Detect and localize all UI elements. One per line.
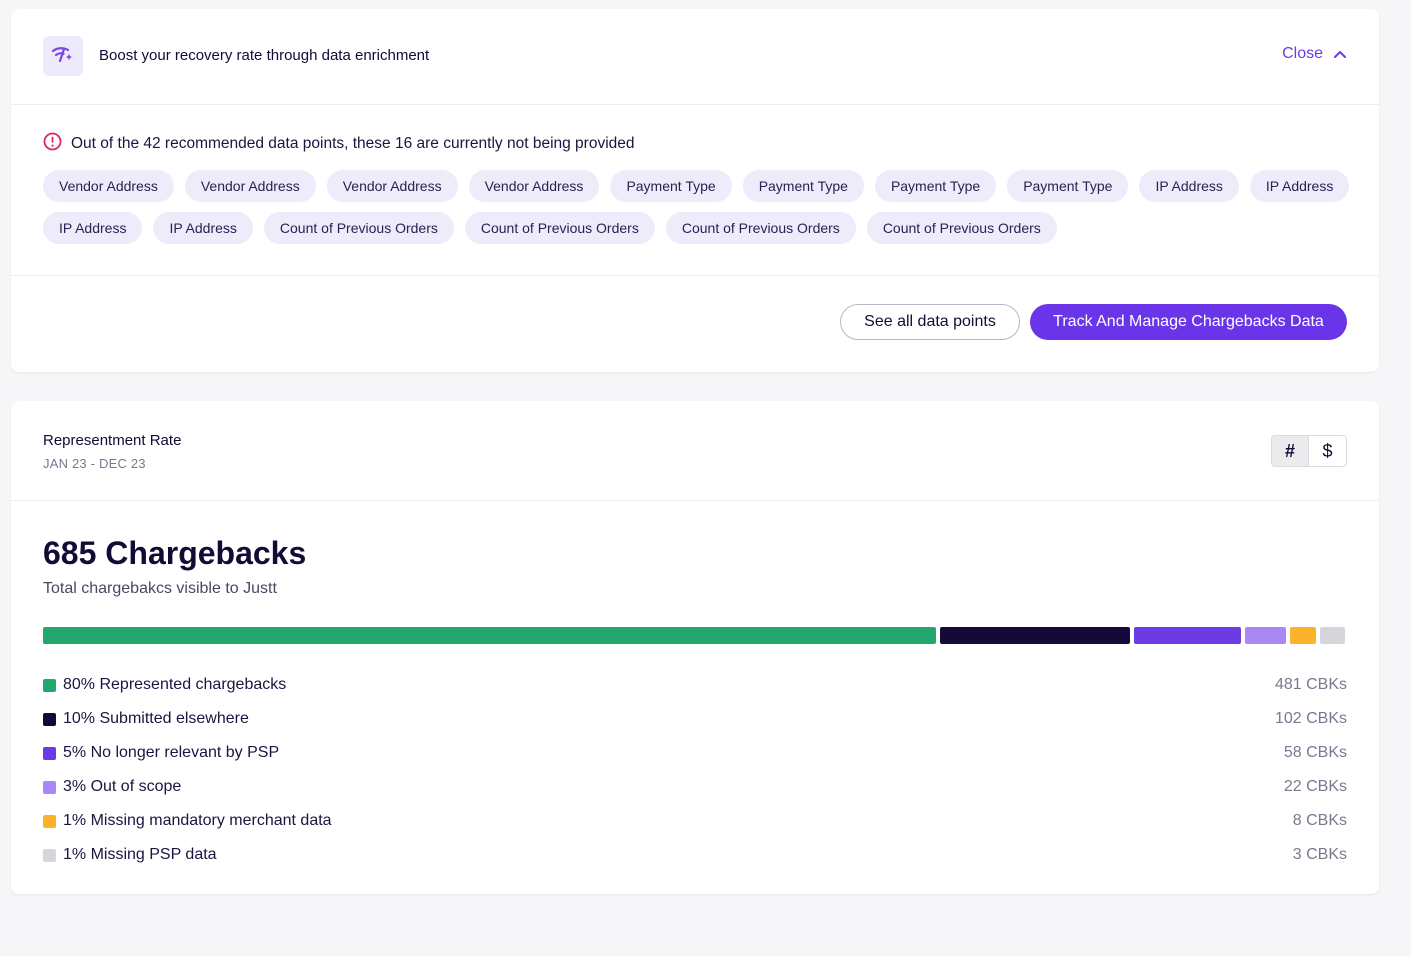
data-point-chip: IP Address	[1139, 170, 1239, 202]
legend-label: 3% Out of scope	[63, 778, 182, 795]
legend-count: 8 CBKs	[1292, 812, 1347, 829]
legend-label: 1% Missing mandatory merchant data	[63, 812, 332, 829]
bar-segment[interactable]	[1245, 627, 1287, 644]
breakdown-stacked-bar	[43, 627, 1345, 644]
legend-row: 80% Represented chargebacks 481 CBKs	[43, 668, 1347, 702]
legend-row: 10% Submitted elsewhere 102 CBKs	[43, 702, 1347, 736]
data-point-chip: Count of Previous Orders	[665, 212, 856, 244]
track-manage-chargebacks-button[interactable]: Track And Manage Chargebacks Data	[1030, 304, 1347, 340]
toggle-count-button[interactable]: #	[1272, 436, 1309, 466]
legend-row: 1% Missing PSP data 3 CBKs	[43, 838, 1347, 872]
enrichment-title: Boost your recovery rate through data en…	[99, 47, 430, 64]
legend-label: 1% Missing PSP data	[63, 846, 217, 863]
legend-label: 5% No longer relevant by PSP	[63, 744, 280, 761]
legend-swatch	[43, 848, 56, 862]
data-point-chip: Count of Previous Orders	[866, 212, 1057, 244]
legend-item: 5% No longer relevant by PSP	[43, 744, 279, 762]
data-point-chip: Payment Type	[610, 170, 732, 202]
legend-swatch	[43, 814, 56, 828]
rate-title: Representment Rate	[43, 432, 182, 449]
data-point-chip: IP Address	[153, 212, 253, 244]
data-point-chip: Vendor Address	[43, 170, 174, 202]
legend-label: 80% Represented chargebacks	[63, 676, 287, 693]
legend-item: 1% Missing PSP data	[43, 846, 217, 864]
legend-count: 58 CBKs	[1283, 744, 1347, 761]
rate-header: Representment Rate JAN 23 - DEC 23 # $	[11, 401, 1379, 501]
breakdown-legend: 80% Represented chargebacks 481 CBKs 10% S…	[43, 668, 1347, 872]
legend-count: 22 CBKs	[1283, 778, 1347, 795]
count-amount-toggle: # $	[1271, 435, 1347, 467]
enrichment-footer: See all data points Track And Manage Cha…	[11, 276, 1379, 371]
legend-item: 1% Missing mandatory merchant data	[43, 812, 332, 830]
legend-count: 481 CBKs	[1274, 676, 1347, 693]
legend-swatch	[43, 678, 56, 692]
legend-label: 10% Submitted elsewhere	[63, 710, 249, 727]
legend-count: 102 CBKs	[1274, 710, 1347, 727]
enrichment-body: Out of the 42 recommended data points, t…	[11, 105, 1379, 276]
legend-row: 3% Out of scope 22 CBKs	[43, 770, 1347, 804]
data-point-chip: IP Address	[1249, 170, 1350, 202]
legend-row: 1% Missing mandatory merchant data 8 CBKs	[43, 804, 1347, 838]
data-point-chip: Payment Type	[742, 170, 864, 202]
legend-item: 3% Out of scope	[43, 778, 181, 796]
close-label: Close	[1282, 45, 1323, 62]
signal-sparkle-icon	[51, 45, 75, 68]
legend-swatch	[43, 712, 56, 726]
data-point-chip: Payment Type	[874, 170, 997, 202]
data-point-chip: Count of Previous Orders	[263, 212, 454, 244]
data-point-chip: Vendor Address	[326, 170, 458, 202]
rate-period: JAN 23 - DEC 23	[43, 456, 146, 471]
missing-data-alert: Out of the 42 recommended data points, t…	[43, 132, 635, 156]
legend-count: 3 CBKs	[1292, 846, 1347, 863]
legend-item: 80% Represented chargebacks	[43, 676, 286, 694]
legend-row: 5% No longer relevant by PSP 58 CBKs	[43, 736, 1347, 770]
enrichment-card: Boost your recovery rate through data en…	[11, 9, 1379, 372]
data-point-chip: Vendor Address	[468, 170, 600, 202]
close-button[interactable]: Close	[1282, 45, 1347, 63]
see-all-data-points-button[interactable]: See all data points	[840, 304, 1020, 340]
legend-swatch	[43, 746, 56, 760]
alert-circle-icon	[43, 132, 62, 156]
enrichment-icon-box	[43, 36, 83, 76]
bar-segment[interactable]	[1319, 627, 1345, 644]
data-point-chip: Payment Type	[1007, 170, 1129, 202]
toggle-amount-button[interactable]: $	[1309, 436, 1346, 466]
enrichment-header: Boost your recovery rate through data en…	[11, 9, 1379, 105]
data-point-chip: Count of Previous Orders	[464, 212, 655, 244]
chevron-up-icon	[1333, 50, 1347, 59]
data-point-chips: Vendor Address Vendor Address Vendor Addre…	[43, 170, 1353, 244]
bar-segment[interactable]	[940, 627, 1130, 644]
alert-text: Out of the 42 recommended data points, t…	[71, 135, 635, 152]
legend-swatch	[43, 780, 56, 794]
total-chargebacks: 685 Chargebacks	[43, 535, 307, 571]
total-chargebacks-subtitle: Total chargebakcs visible to Justt	[43, 580, 277, 597]
bar-segment[interactable]	[43, 627, 937, 644]
bar-segment[interactable]	[1290, 627, 1316, 644]
legend-item: 10% Submitted elsewhere	[43, 710, 249, 728]
data-point-chip: IP Address	[43, 212, 143, 244]
representment-rate-card: Representment Rate JAN 23 - DEC 23 # $ 6…	[11, 401, 1379, 894]
bar-segment[interactable]	[1133, 627, 1242, 644]
data-point-chip: Vendor Address	[184, 170, 316, 202]
